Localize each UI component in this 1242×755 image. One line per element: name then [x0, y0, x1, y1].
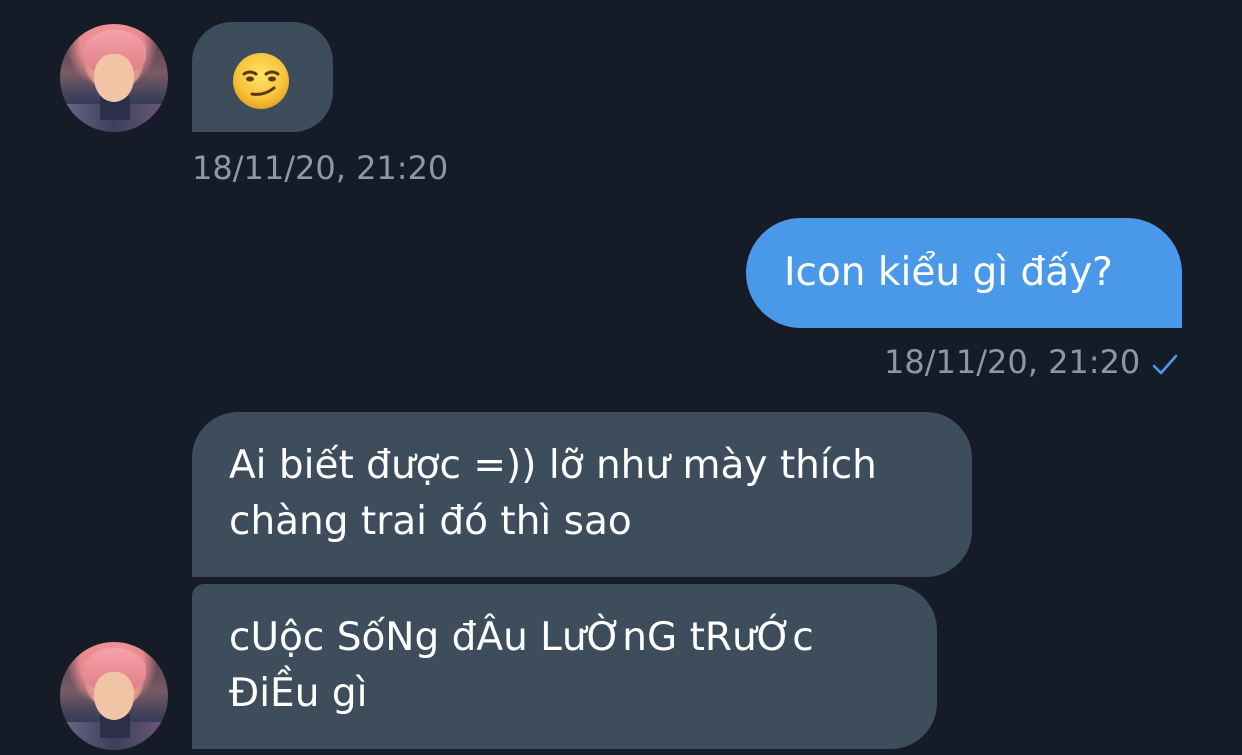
message-text-line: Ai biết được =)) lỡ như mày thích	[229, 443, 877, 488]
message-bubble-outgoing[interactable]: Icon kiểu gì đấy?	[746, 218, 1182, 328]
contact-avatar[interactable]	[60, 24, 168, 132]
message-bubble-incoming[interactable]: cUộc SốNg đÂu LưỜnG tRưỚc ĐiỀu gì	[192, 584, 937, 749]
smirking-face-emoji-icon	[233, 53, 289, 109]
checkmark-icon	[1152, 354, 1178, 375]
message-text-line: cUộc SốNg đÂu LưỜnG tRưỚc	[229, 615, 814, 660]
message-timestamp: 18/11/20, 21:20	[884, 343, 1141, 381]
chat-thread: 18/11/20, 21:20 Icon kiểu gì đấy? 18/11/…	[0, 0, 1242, 755]
message-text-line: chàng trai đó thì sao	[229, 499, 632, 544]
message-timestamp: 18/11/20, 21:20	[192, 149, 449, 187]
message-text: Icon kiểu gì đấy?	[784, 250, 1113, 295]
message-bubble-incoming[interactable]: Ai biết được =)) lỡ như mày thích chàng …	[192, 412, 972, 577]
message-text-line: ĐiỀu gì	[229, 671, 368, 716]
contact-avatar[interactable]	[60, 642, 168, 750]
